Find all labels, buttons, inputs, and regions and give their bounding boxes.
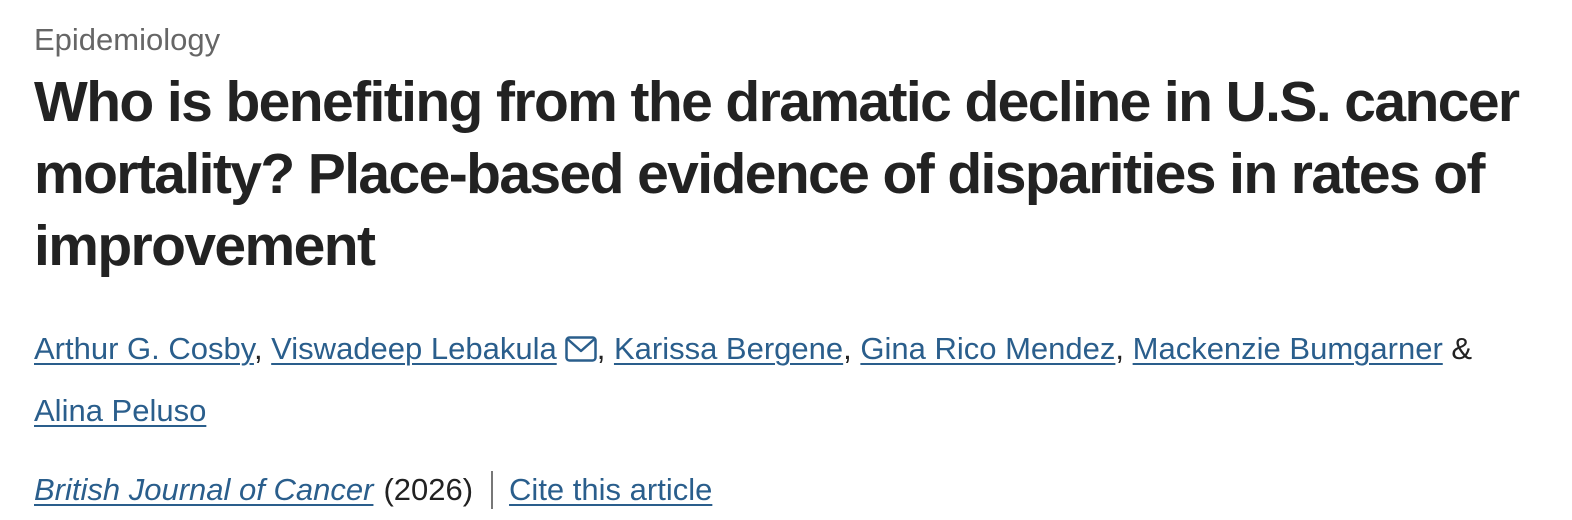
author-separator: , [253,331,272,366]
author-separator: , [1115,331,1133,366]
article-header: Epidemiology Who is benefiting from the … [34,20,1544,510]
subject-label: Epidemiology [34,22,221,57]
author-link[interactable]: Karissa Bergene [614,331,843,366]
journal-link[interactable]: British Journal of Cancer [34,470,373,510]
author-link[interactable]: Alina Peluso [34,393,206,428]
author-link[interactable]: Mackenzie Bumgarner [1133,331,1443,366]
author-link[interactable]: Arthur G. Cosby [34,331,254,366]
author-list: Arthur G. Cosby, Viswadeep Lebakula, Kar… [34,318,1544,442]
author-link[interactable]: Gina Rico Mendez [860,331,1115,366]
author-link[interactable]: Viswadeep Lebakula [271,331,557,366]
mail-icon[interactable] [564,336,597,362]
publication-meta: British Journal of Cancer (2026) Cite th… [34,470,1544,510]
author-separator: & [1442,331,1473,366]
article-title: Who is benefiting from the dramatic decl… [34,70,1520,278]
publication-year: (2026) [383,472,474,507]
author-separator: , [843,331,861,366]
author-separator: , [596,331,614,366]
meta-divider [491,471,494,509]
cite-article-link[interactable]: Cite this article [509,470,712,510]
